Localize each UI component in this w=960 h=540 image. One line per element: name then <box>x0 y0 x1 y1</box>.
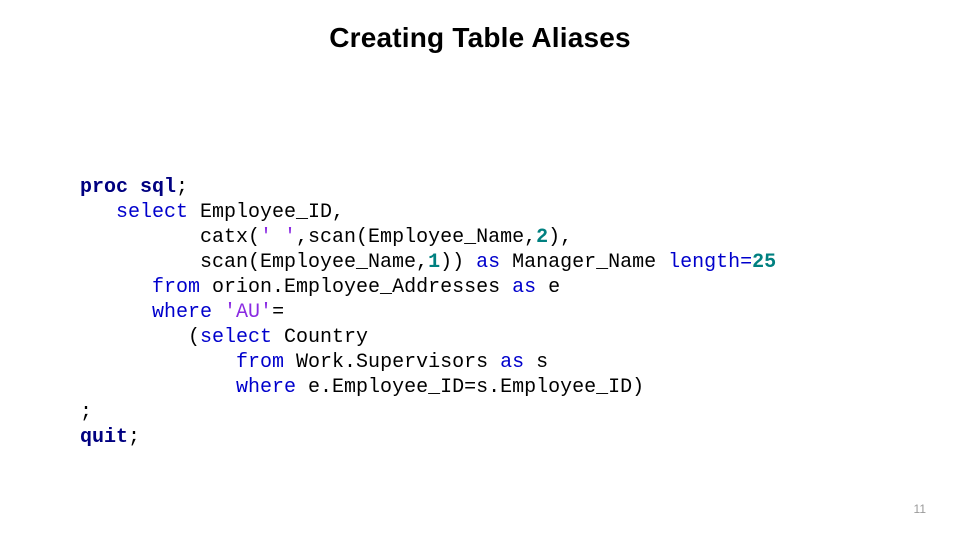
num: 25 <box>752 251 776 274</box>
num: 1 <box>428 251 440 274</box>
txt: orion.Employee_Addresses <box>200 276 512 299</box>
txt: = <box>272 301 284 324</box>
txt: scan(Employee_Name, <box>80 251 428 274</box>
txt <box>212 301 224 324</box>
page-number: 11 <box>914 502 926 516</box>
kw-as: as <box>476 251 500 274</box>
kw-select: select <box>200 326 272 349</box>
txt: Manager_Name <box>500 251 668 274</box>
kw-sql: sql <box>140 176 176 199</box>
kw-from: from <box>236 351 284 374</box>
kw-quit: quit <box>80 426 128 449</box>
txt: Country <box>272 326 368 349</box>
str: ' ' <box>260 226 296 249</box>
kw-select: select <box>116 201 188 224</box>
txt: Employee_ID, <box>188 201 344 224</box>
txt: )) <box>440 251 476 274</box>
kw-proc: proc <box>80 176 128 199</box>
txt: e.Employee_ID=s.Employee_ID) <box>296 376 644 399</box>
kw-from: from <box>152 276 200 299</box>
txt: ,scan(Employee_Name, <box>296 226 536 249</box>
semi: ; <box>176 176 188 199</box>
txt: s <box>524 351 548 374</box>
kw-where: where <box>236 376 296 399</box>
txt: ), <box>548 226 572 249</box>
num: 2 <box>536 226 548 249</box>
txt: Work.Supervisors <box>284 351 500 374</box>
code-block: proc sql; select Employee_ID, catx(' ',s… <box>80 175 950 450</box>
sp <box>128 176 140 199</box>
semi: ; <box>128 426 140 449</box>
txt: ( <box>80 326 200 349</box>
kw-where: where <box>152 301 212 324</box>
kw-length: length= <box>668 251 752 274</box>
slide-title: Creating Table Aliases <box>0 22 960 54</box>
semi: ; <box>80 401 92 424</box>
txt: catx( <box>80 226 260 249</box>
kw-as: as <box>512 276 536 299</box>
kw-as: as <box>500 351 524 374</box>
str: 'AU' <box>224 301 272 324</box>
txt: e <box>536 276 560 299</box>
